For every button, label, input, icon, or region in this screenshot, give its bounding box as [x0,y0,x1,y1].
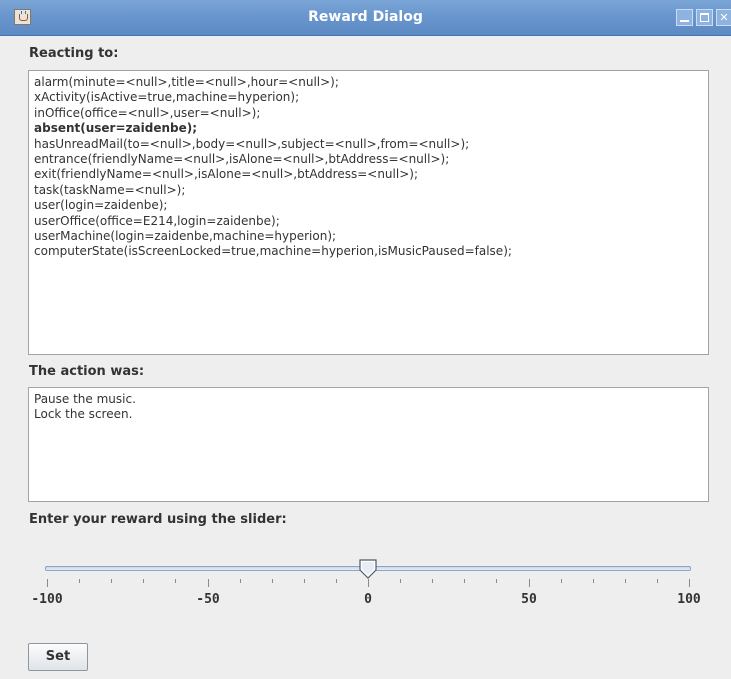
slider-minor-tick [175,579,176,583]
reacting-line: alarm(minute=<null>,title=<null>,hour=<n… [34,75,339,89]
window-title: Reward Dialog [308,9,423,25]
slider-minor-tick [561,579,562,583]
reacting-line: user(login=zaidenbe); [34,198,168,213]
slider-tick-label: -50 [196,592,220,607]
slider-thumb[interactable] [359,559,377,579]
reacting-line: userOffice(office=E214,login=zaidenbe); [34,213,280,228]
slider-minor-tick [240,579,241,583]
slider-minor-tick [400,579,401,583]
slider-minor-tick [657,579,658,583]
close-icon[interactable]: ✕ [716,9,731,26]
title-bar[interactable]: Reward Dialog ✕ [0,0,731,36]
slider-minor-tick [496,579,497,583]
reacting-line: userMachine(login=zaidenbe,machine=hyper… [34,229,337,244]
action-line: Pause the music. [34,392,136,406]
action-label: The action was: [29,364,145,379]
slider-major-tick [529,579,530,587]
slider-minor-tick [111,579,112,583]
slider-minor-tick [432,579,433,583]
slider-minor-tick [593,579,594,583]
slider-minor-tick [464,579,465,583]
reward-label: Enter your reward using the slider: [29,512,287,527]
reacting-line: computerState(isScreenLocked=true,machin… [34,244,512,259]
slider-major-tick [208,579,209,587]
slider-major-tick [689,579,690,587]
slider-major-tick [47,579,48,587]
action-line: Lock the screen. [34,407,133,422]
reacting-textarea[interactable]: alarm(minute=<null>,title=<null>,hour=<n… [28,70,709,355]
reacting-line: exit(friendlyName=<null>,isAlone=<null>,… [34,167,418,182]
slider-tick-label: 0 [364,592,372,607]
slider-minor-tick [143,579,144,583]
slider-tick-label: 100 [677,592,701,607]
slider-minor-tick [304,579,305,583]
slider-minor-tick [336,579,337,583]
slider-minor-tick [272,579,273,583]
minimize-icon[interactable] [676,9,693,26]
slider-major-tick [368,579,369,587]
slider-minor-tick [79,579,80,583]
reacting-line: inOffice(office=<null>,user=<null>); [34,105,261,120]
maximize-icon[interactable] [696,9,713,26]
reacting-line: task(taskName=<null>); [34,182,186,197]
set-button[interactable]: Set [28,643,88,671]
reacting-line: xActivity(isActive=true,machine=hyperion… [34,90,300,105]
reacting-line: hasUnreadMail(to=<null>,body=<null>,subj… [34,136,470,151]
reacting-line: absent(user=zaidenbe); [34,121,198,136]
slider-tick-label: 50 [521,592,537,607]
slider-tick-label: -100 [31,592,63,607]
reacting-line: entrance(friendlyName=<null>,isAlone=<nu… [34,152,450,167]
reward-slider[interactable]: -100 -50 0 50 100 [28,556,708,616]
slider-minor-tick [625,579,626,583]
reacting-label: Reacting to: [29,46,119,61]
action-textarea[interactable]: Pause the music. Lock the screen. [28,387,709,502]
